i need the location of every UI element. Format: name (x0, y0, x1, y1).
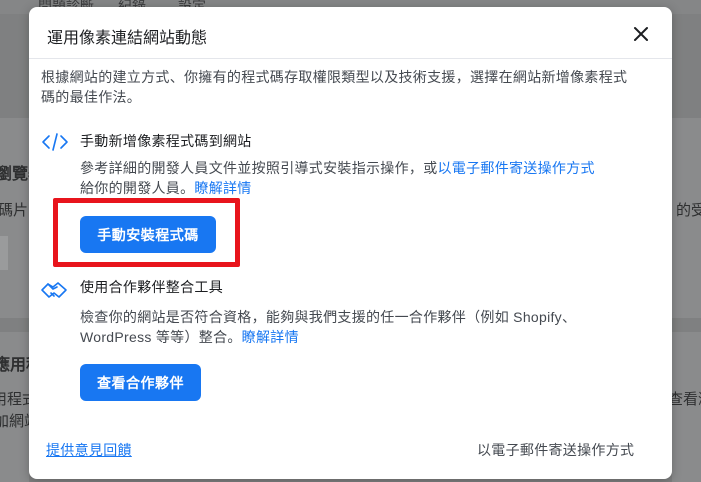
pixel-connect-dialog: 運用像素連結網站動態 根據網站的建立方式、你擁有的程式碼存取權限類型以及技術支援… (29, 7, 672, 479)
partner-section-desc: 檢查你的網站是否符合資格，能夠與我們支援的任一合作夥伴（例如 Shopify、 … (80, 307, 640, 347)
manual-desc-text-2: 給你的開發人員。 (80, 180, 195, 196)
background-fragment: 碼片 (0, 202, 29, 219)
code-icon (42, 133, 68, 151)
background-fragment: 的受到 (676, 202, 701, 219)
give-feedback-link[interactable]: 提供意見回饋 (46, 440, 132, 460)
email-instructions-link[interactable]: 以電子郵件寄送操作方式 (438, 160, 595, 176)
partner-learn-more-link[interactable]: 瞭解詳情 (242, 329, 299, 345)
partner-section-title: 使用合作夥伴整合工具 (80, 279, 223, 295)
manual-learn-more-link[interactable]: 瞭解詳情 (194, 180, 251, 196)
email-instructions-button[interactable]: 以電子郵件寄送操作方式 (477, 440, 634, 460)
manual-section-desc: 參考詳細的開發人員文件並按照引導式安裝指示操作，或以電子郵件寄送操作方式 給你的… (80, 158, 640, 198)
handshake-icon (41, 282, 67, 298)
manual-section-title: 手動新增像素程式碼到網站 (80, 133, 252, 149)
partner-desc-text: 檢查你的網站是否符合資格，能夠與我們支援的任一合作夥伴（例如 Shopify、 (80, 309, 577, 325)
manual-install-code-button[interactable]: 手動安裝程式碼 (80, 216, 216, 253)
intro-text: 根據網站的建立方式、你擁有的程式碼存取權限類型以及技術支援，選擇在網站新增像素程… (41, 69, 628, 105)
manual-desc-text: 參考詳細的開發人員文件並按照引導式安裝指示操作，或 (80, 160, 438, 176)
dialog-title: 運用像素連結網站動態 (47, 30, 208, 47)
close-icon (634, 27, 648, 41)
view-partners-button[interactable]: 查看合作夥伴 (80, 364, 201, 401)
background-input-stub (0, 236, 8, 270)
footer-divider (29, 425, 672, 426)
partner-desc-text-2: WordPress 等等）整合。 (80, 329, 242, 345)
header-divider (29, 58, 672, 59)
close-button[interactable] (629, 22, 653, 46)
background-fragment: 查看瀏 (668, 391, 701, 408)
